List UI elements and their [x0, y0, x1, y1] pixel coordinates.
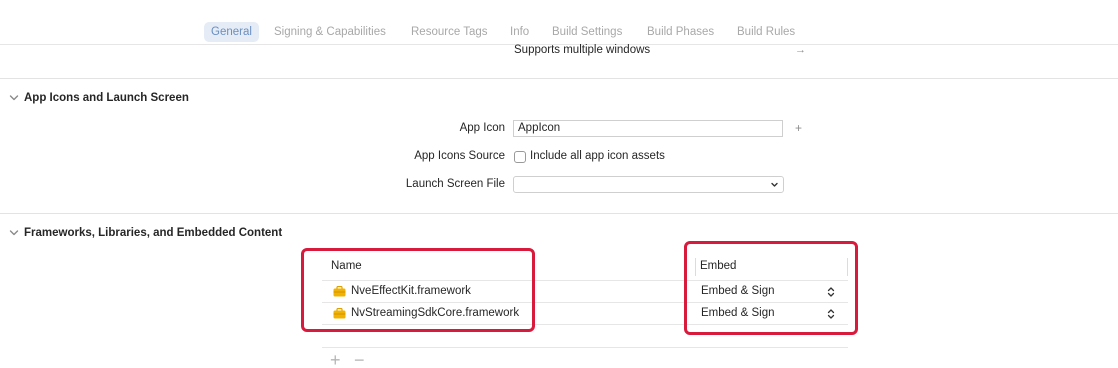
tab-build-settings[interactable]: Build Settings — [545, 22, 629, 42]
tab-signing-capabilities[interactable]: Signing & Capabilities — [267, 22, 393, 42]
app-icon-label: App Icon — [459, 122, 505, 134]
section-title: App Icons and Launch Screen — [24, 92, 189, 104]
supports-multiple-windows-label: Supports multiple windows — [514, 44, 651, 56]
section-divider — [0, 213, 1118, 214]
launch-screen-file-label: Launch Screen File — [405, 178, 505, 190]
tab-general[interactable]: General — [204, 22, 259, 42]
include-all-label: Include all app icon assets — [530, 150, 665, 162]
section-title: Frameworks, Libraries, and Embedded Cont… — [24, 227, 283, 239]
launch-screen-popup[interactable] — [513, 176, 784, 193]
tab-info[interactable]: Info — [503, 22, 536, 42]
section-header-app-icons[interactable]: App Icons and Launch Screen — [8, 90, 189, 106]
table-footer-divider — [322, 347, 848, 348]
chevron-down-icon — [771, 182, 778, 187]
app-icon-field[interactable]: AppIcon — [513, 120, 783, 137]
tab-resource-tags[interactable]: Resource Tags — [404, 22, 495, 42]
chevron-down-icon[interactable] — [8, 227, 20, 239]
add-framework-button[interactable]: + — [330, 351, 341, 368]
include-all-checkbox[interactable] — [514, 151, 526, 163]
tab-build-rules[interactable]: Build Rules — [730, 22, 802, 42]
section-header-frameworks[interactable]: Frameworks, Libraries, and Embedded Cont… — [8, 225, 282, 241]
editor-tab-bar: General Signing & Capabilities Resource … — [0, 20, 1118, 44]
arrow-right-icon[interactable]: → — [795, 44, 806, 56]
section-divider — [0, 78, 1118, 79]
add-icon[interactable]: + — [795, 121, 802, 135]
highlight-box-embed-column — [684, 241, 858, 335]
app-icons-source-label: App Icons Source — [414, 150, 505, 162]
tab-build-phases[interactable]: Build Phases — [640, 22, 721, 42]
remove-framework-button[interactable]: − — [354, 351, 365, 368]
highlight-box-name-column — [301, 248, 535, 332]
chevron-down-icon[interactable] — [8, 92, 20, 104]
